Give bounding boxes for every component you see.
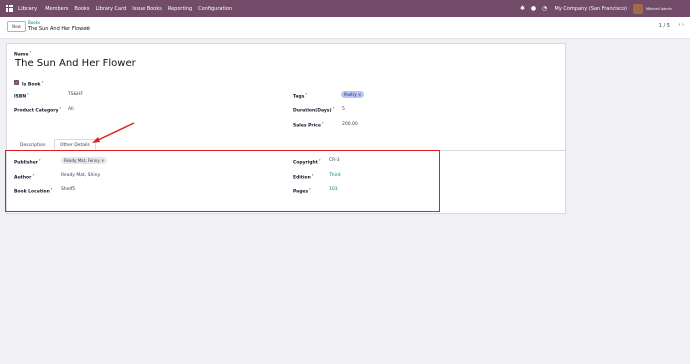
sales-price-label: Sales Price ? bbox=[293, 121, 324, 129]
tags-label: Tags ? bbox=[293, 92, 307, 100]
breadcrumb-parent[interactable]: Books bbox=[28, 20, 40, 25]
activity-icon[interactable]: ◔ bbox=[542, 5, 548, 12]
tag-poetry[interactable]: Poetry × bbox=[341, 91, 365, 98]
app-name[interactable]: Library bbox=[18, 6, 37, 12]
product-category-label: Product Category ? bbox=[14, 106, 61, 114]
user-name[interactable]: Mitchell Admin bbox=[646, 7, 686, 11]
isbn-field[interactable]: TS&HF bbox=[68, 92, 83, 97]
breadcrumb-title: The Sun And Her Flower bbox=[28, 26, 89, 32]
menu-members[interactable]: Members bbox=[45, 6, 68, 12]
menu-library-card[interactable]: Library Card bbox=[95, 6, 126, 12]
duration-label: Duration(Days) ? bbox=[293, 106, 335, 114]
name-label: Name ? bbox=[14, 50, 32, 58]
product-category-field[interactable]: All bbox=[68, 107, 74, 112]
new-button[interactable]: New bbox=[7, 21, 26, 32]
notebook-tabs: Description Other Details bbox=[7, 137, 565, 151]
company-switcher[interactable]: My Company (San Francisco) bbox=[555, 6, 628, 12]
menu-configuration[interactable]: Configuration bbox=[198, 6, 232, 12]
pager[interactable]: 1 / 5 bbox=[659, 23, 670, 29]
sales-price-field[interactable]: 200.00 bbox=[342, 122, 358, 127]
isbn-label: ISBN ? bbox=[14, 92, 29, 100]
book-name-field[interactable]: The Sun And Her Flower bbox=[15, 58, 136, 69]
control-panel: New Books The Sun And Her Flower ⚙ 1 / 5… bbox=[0, 17, 690, 39]
annotation-highlight-box bbox=[5, 150, 440, 212]
is-book-label: Is Book ? bbox=[22, 80, 44, 88]
app-menu-icon[interactable] bbox=[6, 5, 13, 12]
is-book-checkbox[interactable]: ✓ bbox=[14, 80, 19, 85]
gear-icon[interactable]: ⚙ bbox=[86, 26, 90, 32]
pager-arrows-icon[interactable]: ‹ › bbox=[678, 22, 684, 28]
menu-issue-books[interactable]: Issue Books bbox=[132, 6, 162, 12]
top-navbar: Library Members Books Library Card Issue… bbox=[0, 0, 690, 17]
menu-reporting[interactable]: Reporting bbox=[168, 6, 192, 12]
duration-field[interactable]: 5 bbox=[342, 107, 345, 112]
menu-books[interactable]: Books bbox=[74, 6, 89, 12]
bug-icon[interactable]: ✱ bbox=[520, 5, 526, 12]
chat-icon[interactable]: ● bbox=[531, 5, 537, 12]
avatar[interactable] bbox=[633, 3, 643, 14]
